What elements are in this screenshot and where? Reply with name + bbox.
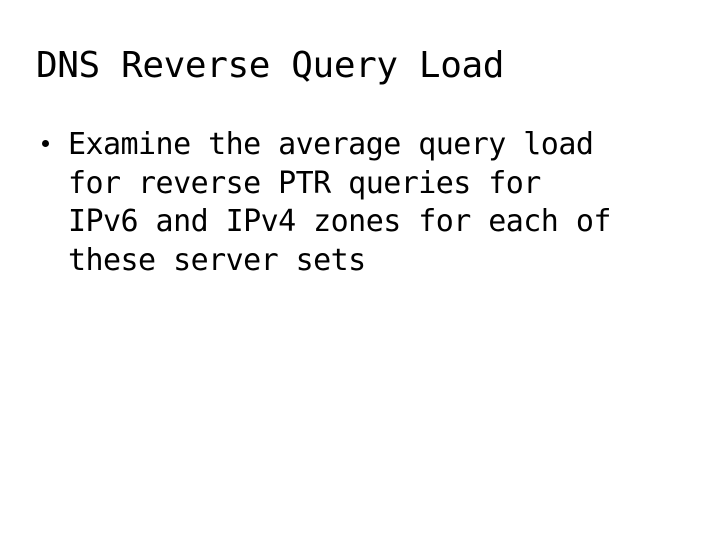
- list-item-text: Examine the average query load for rever…: [68, 127, 611, 278]
- page-title: DNS Reverse Query Load: [36, 45, 505, 86]
- list-item: Examine the average query load for rever…: [36, 126, 700, 280]
- bullet-list: Examine the average query load for rever…: [36, 126, 700, 280]
- bullet-dot-icon: [42, 140, 49, 147]
- slide-canvas: DNS Reverse Query Load Examine the avera…: [0, 0, 720, 540]
